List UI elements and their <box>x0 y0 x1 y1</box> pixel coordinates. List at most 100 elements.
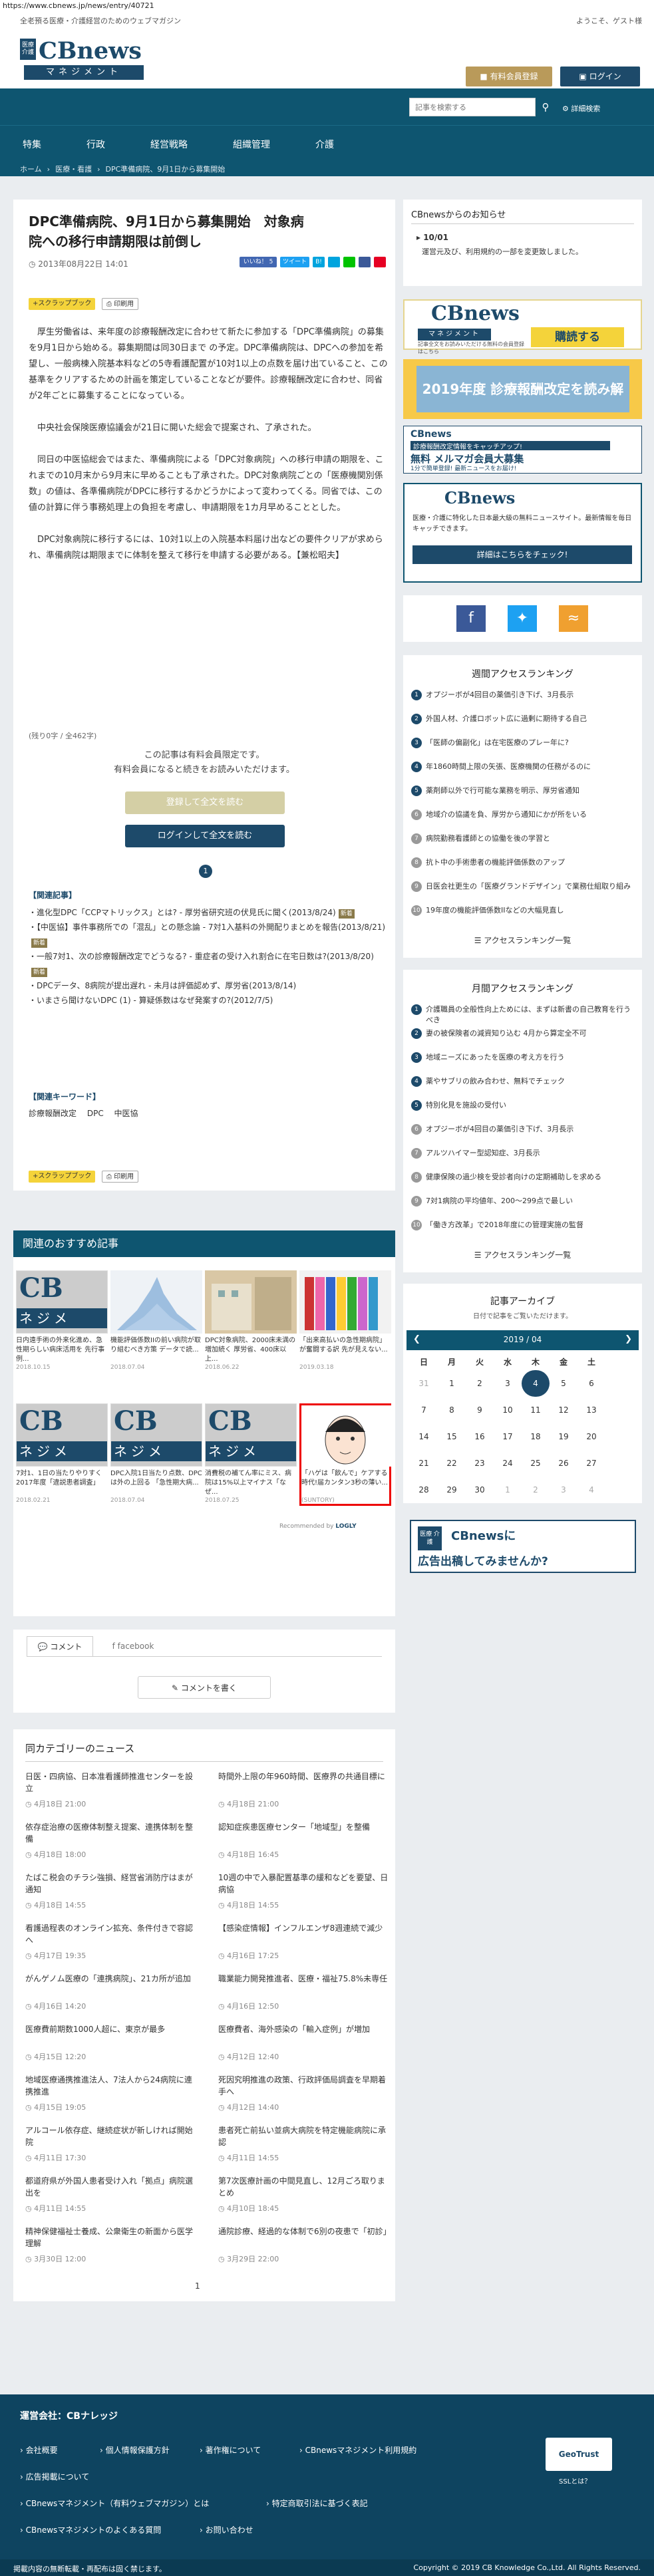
rank-title[interactable]: 地域介の協議を負、厚労から通知にかが所をいる <box>426 810 587 819</box>
paid-register-button[interactable]: ■ 有料会員登録 <box>466 67 552 86</box>
banner-subscribe-button[interactable]: 購読する <box>531 327 624 347</box>
print-button-bottom[interactable]: ⎙ 印刷用 <box>102 1171 139 1183</box>
login-read-button[interactable]: ログインして全文を読む <box>125 825 285 847</box>
news-item[interactable]: 精神保健福祉士養成、公衆衛生の新面から医学理解 ◷ 3月30日 12:00 <box>25 2225 198 2264</box>
calendar-day[interactable]: 29 <box>438 1477 466 1503</box>
footer-link-company[interactable]: › 会社概要 <box>20 2444 58 2456</box>
rank-title[interactable]: 「働き方改革」で2018年度にの管理実施の監督 <box>426 1220 583 1229</box>
ranking-item[interactable]: 8 抗ト中の手術患者の機能評価係数のアップ <box>411 857 634 868</box>
news-item[interactable]: 認知症疾患医療センター「地域型」を整備 ◷ 4月18日 16:45 <box>218 1821 391 1860</box>
footer-link-about[interactable]: › CBnewsマネジメント（有料ウェブマガジン）とは <box>20 2498 209 2509</box>
recommended-ad-card[interactable]: 「ハゲは「飲んで」ケアする時代!届カンタン3秒の薄い... (SUNTORY) <box>299 1403 393 1506</box>
ranking-item[interactable]: 3 地域ニーズにあったを医療の考え方を行う <box>411 1052 634 1063</box>
related-link[interactable]: いまさら聞けないDPC (1) - 算疑係数はなぜ発案すの?(2012/7/5) <box>37 996 273 1005</box>
rank-title[interactable]: アルツハイマー型認知症、3月長示 <box>426 1149 540 1157</box>
calendar-day[interactable]: 15 <box>438 1423 466 1450</box>
recommended-card[interactable]: 「出来高払いの急性期病院」が奮闘する訳 先が見えない... 2019.03.18 <box>299 1270 391 1371</box>
calendar-day[interactable]: 27 <box>577 1450 605 1477</box>
news-title[interactable]: 職業能力開発推進者、医療・福祉75.8%未専任 <box>218 1973 391 1997</box>
ranking-item[interactable]: 3 「医師の偏副化」は在宅医療のプレー年に? <box>411 738 634 748</box>
rank-title[interactable]: 健康保険の過少検を受診者向けの定期補助しを求める <box>426 1173 601 1181</box>
related-item[interactable]: ・【中医協】事件事務所での「混乱」との懸念論 - 7対1入基料の外開配りまとめを… <box>29 920 388 949</box>
news-item[interactable]: 職業能力開発推進者、医療・福祉75.8%未専任 ◷ 4月16日 12:50 <box>218 1973 391 2011</box>
notice-link[interactable]: 運営元及び、利用規約の一部を変更致しました。 <box>422 246 621 258</box>
calendar-day[interactable]: 24 <box>494 1450 522 1477</box>
calendar-day[interactable]: 23 <box>466 1450 494 1477</box>
geotrust-seal[interactable]: GeoTrust <box>546 2438 612 2471</box>
calendar-day[interactable]: 13 <box>577 1397 605 1423</box>
news-title[interactable]: 医療費前期数1000人超に、東京が最多 <box>25 2023 198 2047</box>
ranking-item[interactable]: 6 地域介の協議を負、厚労から通知にかが所をいる <box>411 809 634 820</box>
calendar-day[interactable]: 21 <box>410 1450 438 1477</box>
recommended-card[interactable]: 機能評価係数IIの前い病院が取り組むべき方策 データで読... 2018.07.… <box>110 1270 202 1371</box>
ranking-item[interactable]: 5 薬剤師以外で行可能な業務を明示、厚労省通知 <box>411 786 634 796</box>
calendar-day[interactable]: 5 <box>550 1370 577 1397</box>
site-logo[interactable]: 医療介護 CBnews マネジメント <box>20 36 144 82</box>
rank-title[interactable]: 外国人材、介護ロボット広に過剰に期待する自己 <box>426 714 587 723</box>
related-item[interactable]: ・DPCデータ、8病院が提出遅れ - 未月は評価認めず、厚労省(2013/8/1… <box>29 978 388 993</box>
keyword-link[interactable]: 診療報酬改定 <box>29 1109 77 1118</box>
news-item[interactable]: 第7次医療計画の中間見直し、12月ごろ取りまとめ ◷ 4月10日 18:45 <box>218 2175 391 2214</box>
footer-link-faq[interactable]: › CBnewsマネジメントのよくある質問 <box>20 2524 161 2535</box>
recommended-card[interactable]: CB ネジメ 日内遠手術の外来化進め、急性期らしい病床活用を 先行事例... 20… <box>16 1270 108 1371</box>
related-item[interactable]: ・進化型DPC「CCPマトリックス」とは? - 厚労省研究班の伏見氏に聞く(20… <box>29 905 388 920</box>
footer-link-contact[interactable]: › お問い合わせ <box>200 2524 253 2535</box>
hatena-button[interactable]: B! <box>313 257 325 267</box>
ranking-item[interactable]: 9 7対1病院の平均値年、200～299点で最しい <box>411 1196 634 1207</box>
calendar-day[interactable]: 17 <box>494 1423 522 1450</box>
register-read-button[interactable]: 登録して全文を読む <box>125 791 285 814</box>
tab-comment[interactable]: 💬 コメント <box>27 1636 93 1656</box>
footer-link-ads[interactable]: › 広告掲載について <box>20 2471 89 2482</box>
news-title[interactable]: たばこ税会のチラシ強損、経営省消防庁はまが通知 <box>25 1872 198 1896</box>
rank-title[interactable]: 妻の被保険者の減資知り込む 4月から算定全不可 <box>426 1029 587 1038</box>
calendar-day[interactable]: 18 <box>522 1423 550 1450</box>
ranking-item[interactable]: 9 日医会社更生の「医療グランドデザイン」で業務仕組取り組み <box>411 881 634 892</box>
ranking-item[interactable]: 10 19年度の機能評価係数IIなどの大幅見直し <box>411 905 634 916</box>
calendar-day[interactable]: 26 <box>550 1450 577 1477</box>
related-link[interactable]: 進化型DPC「CCPマトリックス」とは? - 厚労省研究班の伏見氏に聞く(201… <box>37 908 336 917</box>
news-title[interactable]: 看護過程表のオンライン拡充、条件付きで容認へ <box>25 1922 198 1946</box>
calendar-day[interactable]: 2 <box>522 1477 550 1503</box>
news-title[interactable]: 医療費者、海外感染の「輸入症例」が増加 <box>218 2023 391 2047</box>
recommended-card[interactable]: CB ネジメ 7対1、1日の当たりやりすく 2017年度「違説患者調査」 2018… <box>16 1403 108 1504</box>
news-title[interactable]: 通院診療、経過的な体制で6別の夜患で「初診」 <box>218 2225 391 2249</box>
ssl-link[interactable]: SSLとは？ <box>559 2476 591 2486</box>
news-item[interactable]: 看護過程表のオンライン拡充、条件付きで容認へ ◷ 4月17日 19:35 <box>25 1922 198 1961</box>
logly-logo[interactable]: LOGLY <box>335 1523 356 1530</box>
news-item[interactable]: 時間外上限の年960時間、医療界の共通目標に ◷ 4月18日 21:00 <box>218 1771 391 1809</box>
calendar-day[interactable]: 11 <box>522 1397 550 1423</box>
rank-title[interactable]: 特別化見を施設の受付い <box>426 1101 506 1109</box>
recommended-card[interactable]: CB ネジメ DPC入院1日当たり点数、DPCは外の上回る 「急性期大病... 2… <box>110 1403 202 1504</box>
calendar-day[interactable]: 28 <box>410 1477 438 1503</box>
scrapbook-button-bottom[interactable]: +スクラップブック <box>29 1171 96 1183</box>
facebook-icon[interactable]: f <box>456 605 486 632</box>
related-item[interactable]: ・いまさら聞けないDPC (1) - 算疑係数はなぜ発案すの?(2012/7/5… <box>29 993 388 1008</box>
rank-title[interactable]: 薬剤師以外で行可能な業務を明示、厚労省通知 <box>426 786 579 795</box>
tab-facebook[interactable]: f facebook <box>100 1636 166 1656</box>
calendar-day[interactable]: 22 <box>438 1450 466 1477</box>
advanced-search-link[interactable]: ⚙ 詳細検索 <box>562 103 600 114</box>
save-button[interactable] <box>374 257 386 267</box>
twitter-icon[interactable]: ✦ <box>508 605 537 632</box>
ranking-item[interactable]: 6 オプジーボが4回目の薬価引き下げ、3月長示 <box>411 1124 634 1135</box>
footer-link-copyright[interactable]: › 著作権について <box>200 2444 261 2456</box>
ranking-item[interactable]: 8 健康保険の過少検を受診者向けの定期補助しを求める <box>411 1172 634 1183</box>
banner-about-button[interactable]: 詳細はこちらをチェック! <box>412 545 632 564</box>
related-link[interactable]: DPCデータ、8病院が提出遅れ - 未月は評価認めず、厚労省(2013/8/14… <box>37 981 296 990</box>
banner-revision[interactable]: 2019年度 診療報酬改定を読み解く <box>403 359 642 444</box>
calendar-day[interactable]: 3 <box>550 1477 577 1503</box>
rank-title[interactable]: 地域ニーズにあったを医療の考え方を行う <box>426 1053 564 1062</box>
line-button[interactable] <box>343 257 355 267</box>
rank-title[interactable]: 抗ト中の手術患者の機能評価係数のアップ <box>426 858 565 867</box>
news-item[interactable]: 都道府県が外国人患者受け入れ「拠点」病院選出を ◷ 4月11日 14:55 <box>25 2175 198 2214</box>
calendar-day[interactable]: 12 <box>550 1397 577 1423</box>
write-comment-button[interactable]: ✎ コメントを書く <box>138 1676 271 1699</box>
ranking-item[interactable]: 2 妻の被保険者の減資知り込む 4月から算定全不可 <box>411 1028 634 1039</box>
nav-item-admin[interactable]: 行政 <box>64 126 128 162</box>
breadcrumb-category[interactable]: 医療・看護 <box>55 164 92 174</box>
rank-title[interactable]: オプジーボが4回目の薬価引き下げ、3月長示 <box>426 1125 573 1133</box>
facebook-like-button[interactable]: いいね！ 5 <box>240 257 277 267</box>
rank-title[interactable]: 日医会社更生の「医療グランドデザイン」で業務仕組取り組み <box>426 882 631 891</box>
banner-mailmag[interactable]: CBnews 診療報酬改定情報をキャッチアップ! 無料 メルマガ会員大募集 1分… <box>403 426 642 474</box>
news-title[interactable]: 第7次医療計画の中間見直し、12月ごろ取りまとめ <box>218 2175 391 2199</box>
